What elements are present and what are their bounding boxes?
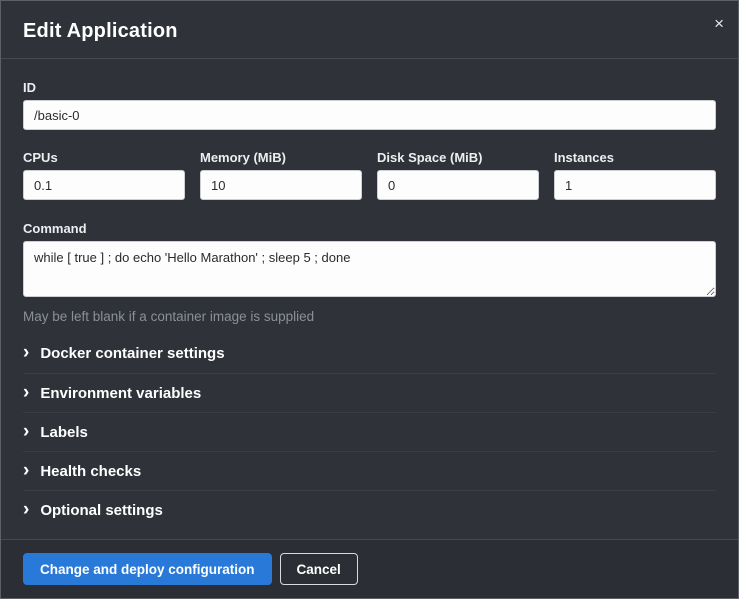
disk-input[interactable] xyxy=(377,170,539,200)
modal-body: ID CPUs Memory (MiB) Disk Space (MiB) In… xyxy=(1,59,738,539)
section-optional-settings[interactable]: › Optional settings xyxy=(23,490,716,529)
section-labels[interactable]: › Labels xyxy=(23,412,716,451)
disk-label: Disk Space (MiB) xyxy=(377,150,539,165)
section-label: Docker container settings xyxy=(40,345,224,362)
command-label: Command xyxy=(23,221,716,236)
modal-title: Edit Application xyxy=(23,20,716,43)
chevron-right-icon: › xyxy=(23,383,29,402)
modal-header: Edit Application × xyxy=(1,1,738,59)
modal-footer: Change and deploy configuration Cancel xyxy=(1,539,738,598)
cpus-field: CPUs xyxy=(23,150,185,200)
id-label: ID xyxy=(23,80,716,95)
collapsible-sections: › Docker container settings › Environmen… xyxy=(23,334,716,529)
close-icon[interactable]: × xyxy=(714,15,724,32)
section-label: Labels xyxy=(40,424,88,441)
memory-field: Memory (MiB) xyxy=(200,150,362,200)
disk-field: Disk Space (MiB) xyxy=(377,150,539,200)
command-input[interactable]: while [ true ] ; do echo 'Hello Marathon… xyxy=(23,241,716,297)
instances-label: Instances xyxy=(554,150,716,165)
edit-application-modal: Edit Application × ID CPUs Memory (MiB) … xyxy=(0,0,739,599)
section-label: Health checks xyxy=(40,463,141,480)
id-field: ID xyxy=(23,80,716,130)
section-label: Environment variables xyxy=(40,385,201,402)
instances-field: Instances xyxy=(554,150,716,200)
cancel-button[interactable]: Cancel xyxy=(280,553,358,585)
instances-input[interactable] xyxy=(554,170,716,200)
command-field: Command while [ true ] ; do echo 'Hello … xyxy=(23,221,716,324)
chevron-right-icon: › xyxy=(23,343,29,362)
memory-label: Memory (MiB) xyxy=(200,150,362,165)
cpus-input[interactable] xyxy=(23,170,185,200)
section-label: Optional settings xyxy=(40,502,163,519)
resources-row: CPUs Memory (MiB) Disk Space (MiB) Insta… xyxy=(23,150,716,200)
chevron-right-icon: › xyxy=(23,461,29,480)
change-and-deploy-button[interactable]: Change and deploy configuration xyxy=(23,553,272,585)
section-docker-container-settings[interactable]: › Docker container settings xyxy=(23,334,716,373)
chevron-right-icon: › xyxy=(23,500,29,519)
command-help-text: May be left blank if a container image i… xyxy=(23,309,716,324)
id-input[interactable] xyxy=(23,100,716,130)
cpus-label: CPUs xyxy=(23,150,185,165)
section-environment-variables[interactable]: › Environment variables xyxy=(23,373,716,412)
memory-input[interactable] xyxy=(200,170,362,200)
chevron-right-icon: › xyxy=(23,422,29,441)
section-health-checks[interactable]: › Health checks xyxy=(23,451,716,490)
